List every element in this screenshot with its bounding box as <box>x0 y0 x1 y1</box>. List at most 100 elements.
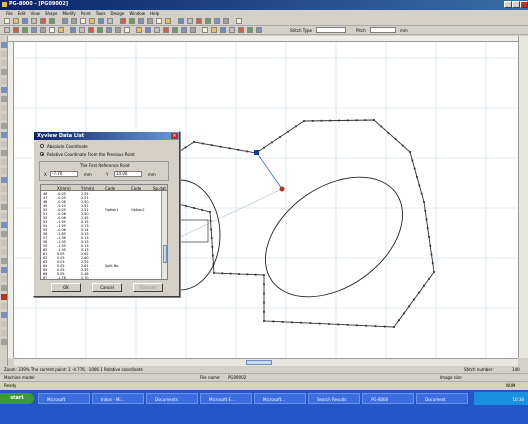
circle-icon[interactable] <box>165 18 171 24</box>
thread-icon[interactable] <box>106 27 112 33</box>
pan-icon[interactable] <box>1 168 7 174</box>
taskbar-tab[interactable]: PG-8000 <box>362 393 414 404</box>
offset-icon[interactable] <box>223 18 229 24</box>
table-scroll-thumb[interactable] <box>163 245 167 263</box>
search-icon[interactable] <box>256 27 262 33</box>
dialog-title-bar[interactable]: Xyview Data List × <box>34 132 179 140</box>
close-button[interactable] <box>520 1 528 8</box>
rect-tool-icon[interactable] <box>1 213 7 219</box>
table-scrollbar[interactable] <box>161 191 167 279</box>
arc-tool-icon[interactable] <box>1 78 7 84</box>
mirror-icon[interactable] <box>205 18 211 24</box>
pattern-icon[interactable] <box>211 27 217 33</box>
measure-icon[interactable] <box>115 27 121 33</box>
join-icon[interactable] <box>40 27 46 33</box>
save-icon[interactable] <box>22 18 28 24</box>
line-tool-icon[interactable] <box>1 285 7 291</box>
column-header[interactable]: Y(mm) <box>81 186 94 191</box>
curve-tool-icon[interactable] <box>1 204 7 210</box>
pointer-icon[interactable] <box>1 150 7 156</box>
x-reference-input[interactable]: -7.70 <box>50 171 78 177</box>
list-icon[interactable] <box>238 27 244 33</box>
grid-icon[interactable] <box>120 18 126 24</box>
point-icon[interactable] <box>138 18 144 24</box>
data-list-table[interactable]: X(mm) Y(mm) Code Code Sp.dat 46 -0.05 2.55… <box>40 184 168 280</box>
end-point-icon[interactable] <box>79 27 85 33</box>
polygon-tool-icon[interactable] <box>1 222 7 228</box>
column-header[interactable]: Code <box>105 186 115 191</box>
eraser-icon[interactable] <box>1 240 7 246</box>
line-icon[interactable] <box>147 18 153 24</box>
column-header[interactable]: X(mm) <box>57 186 71 191</box>
horizontal-scroll-thumb[interactable] <box>246 360 272 365</box>
menu-item-shape[interactable]: Shape <box>45 10 58 17</box>
menu-item-window[interactable]: Window <box>129 10 145 17</box>
table-row[interactable]: 67 -1.76 0.70 <box>41 276 161 279</box>
rect-tool-icon[interactable] <box>1 321 7 327</box>
zoom-in-icon[interactable] <box>89 18 95 24</box>
menu-item-view[interactable]: View <box>30 10 40 17</box>
menu-item-tools[interactable]: Tools <box>96 10 106 17</box>
ok-button[interactable]: OK <box>51 283 81 292</box>
line-tool-icon[interactable] <box>1 69 7 75</box>
taskbar-tab[interactable]: Inbox - Mi... <box>92 393 144 404</box>
curve-tool-icon[interactable] <box>1 312 7 318</box>
zoom-out-icon[interactable] <box>98 18 104 24</box>
print-icon[interactable] <box>31 18 37 24</box>
menu-item-design[interactable]: Design <box>111 10 125 17</box>
code-icon[interactable] <box>88 27 94 33</box>
check-icon[interactable] <box>124 27 130 33</box>
arc-tool-icon[interactable] <box>1 294 7 300</box>
text-tool-icon[interactable] <box>1 339 7 345</box>
taskbar-tab[interactable]: Microsoft... <box>254 393 306 404</box>
split-icon[interactable] <box>49 27 55 33</box>
dialog-close-button[interactable]: × <box>171 133 178 139</box>
undo-icon[interactable] <box>71 18 77 24</box>
rotate-icon[interactable] <box>196 18 202 24</box>
reverse-icon[interactable] <box>58 27 64 33</box>
new-icon[interactable] <box>4 18 10 24</box>
circle-tool-icon[interactable] <box>1 303 7 309</box>
horizontal-scrollbar[interactable] <box>14 358 518 366</box>
start-button[interactable]: start <box>0 393 34 404</box>
open-icon[interactable] <box>13 18 19 24</box>
snap-icon[interactable] <box>129 18 135 24</box>
spline-icon[interactable] <box>178 18 184 24</box>
pin-icon[interactable] <box>1 249 7 255</box>
curve-tool-icon[interactable] <box>1 96 7 102</box>
settings-icon[interactable] <box>236 18 242 24</box>
polygon-tool-icon[interactable] <box>1 330 7 336</box>
copy-icon[interactable] <box>49 18 55 24</box>
minimize-button[interactable] <box>504 1 512 8</box>
taskbar-tab[interactable]: Documents <box>146 393 198 404</box>
execute-button[interactable]: Execute <box>133 283 163 292</box>
line-tool-icon[interactable] <box>1 177 7 183</box>
text-tool-icon[interactable] <box>1 123 7 129</box>
taskbar-tab[interactable]: Search Results <box>308 393 360 404</box>
node-icon[interactable] <box>13 27 19 33</box>
fit-icon[interactable] <box>107 18 113 24</box>
cut-icon[interactable] <box>40 18 46 24</box>
zoom-icon[interactable] <box>1 159 7 165</box>
vertical-scrollbar[interactable] <box>518 36 528 358</box>
zoom-icon[interactable] <box>1 267 7 273</box>
import-icon[interactable] <box>229 27 235 33</box>
stitch-type-select[interactable] <box>316 27 346 33</box>
y-reference-input[interactable]: 14.00 <box>114 171 142 177</box>
menu-item-file[interactable]: File <box>6 10 13 17</box>
info-icon[interactable] <box>247 27 253 33</box>
ellipse-shape[interactable] <box>243 152 425 321</box>
paste-icon[interactable] <box>62 18 68 24</box>
eraser-icon[interactable] <box>1 132 7 138</box>
start-point-icon[interactable] <box>70 27 76 33</box>
text-tool-icon[interactable] <box>1 231 7 237</box>
cancel-button[interactable]: Cancel <box>92 283 122 292</box>
taskbar-tab[interactable]: Microsoft <box>38 393 90 404</box>
speed-icon[interactable] <box>202 27 208 33</box>
delete-icon[interactable] <box>22 27 28 33</box>
zoom-icon[interactable] <box>1 51 7 57</box>
step-shape[interactable] <box>180 219 209 243</box>
menu-item-point[interactable]: Point <box>81 10 91 17</box>
scale-icon[interactable] <box>214 18 220 24</box>
taskbar-tab[interactable]: Microsoft E... <box>200 393 252 404</box>
